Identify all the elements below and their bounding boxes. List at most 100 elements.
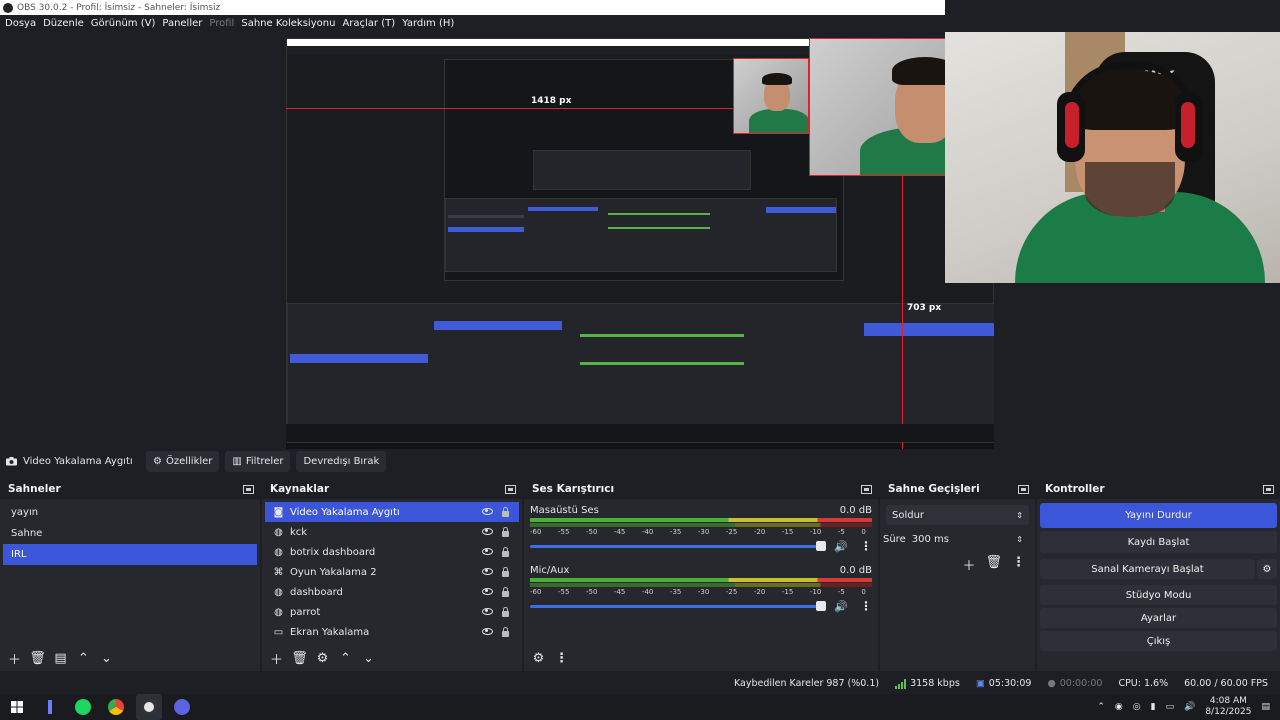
lock-icon[interactable]: [502, 606, 509, 617]
steam-icon[interactable]: ◎: [1133, 702, 1141, 712]
lock-icon[interactable]: [502, 566, 509, 577]
network-icon[interactable]: ▭: [1166, 702, 1175, 712]
more-options-icon[interactable]: ⋮: [860, 599, 872, 613]
eye-icon[interactable]: [482, 627, 493, 635]
preview-area[interactable]: 1418 px 703 px AWK: [0, 32, 1280, 470]
speaker-icon[interactable]: 🔊: [834, 540, 848, 553]
volume-slider[interactable]: [530, 600, 827, 611]
scene-item-yayin[interactable]: yayın: [3, 502, 257, 523]
volume-icon[interactable]: 🔊: [1184, 702, 1195, 712]
eye-icon[interactable]: [482, 587, 493, 595]
mixer-footer: ⚙ ⋮: [524, 645, 878, 671]
source-item[interactable]: ◍ parrot: [265, 602, 519, 622]
menu-edit[interactable]: Düzenle: [43, 18, 84, 29]
move-down-icon[interactable]: ⌄: [98, 650, 115, 667]
add-transition-icon[interactable]: ＋: [962, 555, 975, 574]
exit-button[interactable]: Çıkış: [1040, 631, 1277, 651]
globe-icon: ◍: [274, 606, 283, 618]
scenes-title: Sahneler: [8, 483, 61, 495]
virtual-camera-button[interactable]: Sanal Kamerayı Başlat: [1040, 559, 1255, 579]
advanced-audio-icon[interactable]: ⚙: [530, 650, 547, 667]
mixer-menu-icon[interactable]: ⋮: [553, 650, 570, 667]
webcam-overlay[interactable]: AWK: [945, 32, 1280, 283]
studio-mode-button[interactable]: Stüdyo Modu: [1040, 585, 1277, 605]
obs-alt-icon[interactable]: [169, 694, 195, 720]
lock-icon[interactable]: [502, 546, 509, 557]
transitions-header: Sahne Geçişleri: [880, 479, 1035, 499]
undock-icon[interactable]: [861, 484, 872, 494]
source-item[interactable]: ⌘ Oyun Yakalama 2: [265, 562, 519, 582]
remove-source-icon[interactable]: 🗑: [291, 650, 308, 667]
stop-stream-button[interactable]: Yayını Durdur: [1040, 503, 1277, 528]
system-clock[interactable]: 4:08 AM 8/12/2025: [1205, 696, 1251, 718]
remove-transition-icon[interactable]: 🗑: [985, 555, 1002, 574]
filters-button[interactable]: ▥ Filtreler: [225, 451, 291, 472]
obs-taskbar-icon[interactable]: [136, 694, 162, 720]
scene-item-sahne[interactable]: Sahne: [3, 523, 257, 544]
settings-button[interactable]: Ayarlar: [1040, 608, 1277, 628]
nested-dock-row: [445, 198, 837, 272]
gamepad-tray-icon[interactable]: ◉: [1115, 702, 1123, 712]
lock-icon[interactable]: [502, 526, 509, 537]
move-down-icon[interactable]: ⌄: [360, 650, 377, 667]
lock-icon[interactable]: [502, 626, 509, 637]
eye-icon[interactable]: [482, 507, 493, 515]
add-source-icon[interactable]: ＋: [268, 650, 285, 668]
lock-icon[interactable]: [502, 586, 509, 597]
menu-docks[interactable]: Paneller: [162, 18, 202, 29]
undock-icon[interactable]: [505, 484, 516, 494]
eye-icon[interactable]: [482, 527, 493, 535]
preview-canvas[interactable]: 1418 px 703 px: [286, 38, 994, 470]
volume-slider[interactable]: [530, 540, 827, 551]
clock-time: 4:08 AM: [1209, 696, 1247, 706]
windows-start-icon[interactable]: [4, 694, 30, 720]
deactivate-button[interactable]: Devredışı Bırak: [296, 451, 387, 472]
gamepad-icon: ⌘: [273, 566, 284, 578]
chevron-up-icon[interactable]: ⌃: [1097, 702, 1105, 712]
windows-taskbar: ⌃ ◉ ◎ ▮ ▭ 🔊 4:08 AM 8/12/2025 ▤: [0, 694, 1280, 720]
source-item[interactable]: ▭ Ekran Yakalama: [265, 622, 519, 642]
transition-select[interactable]: Soldur ⇕: [886, 505, 1029, 525]
source-item[interactable]: ◍ kck: [265, 522, 519, 542]
app-icon[interactable]: [37, 694, 63, 720]
menu-profile[interactable]: Profil: [209, 18, 234, 29]
nested-meter: [580, 334, 744, 337]
eye-icon[interactable]: [482, 607, 493, 615]
more-options-icon[interactable]: ⋮: [860, 539, 872, 553]
undock-icon[interactable]: [243, 484, 254, 494]
speaker-icon[interactable]: 🔊: [834, 600, 848, 613]
add-scene-icon[interactable]: ＋: [6, 650, 23, 668]
scene-filters-icon[interactable]: ▤: [52, 650, 69, 667]
menu-view[interactable]: Görünüm (V): [91, 18, 156, 29]
properties-button[interactable]: ⚙ Özellikler: [146, 451, 220, 472]
volume-slider-handle[interactable]: [816, 540, 827, 551]
undock-icon[interactable]: [1263, 484, 1274, 494]
move-up-icon[interactable]: ⌃: [75, 650, 92, 667]
start-recording-button[interactable]: Kaydı Başlat: [1040, 531, 1277, 553]
menu-help[interactable]: Yardım (H): [402, 18, 454, 29]
chrome-icon[interactable]: [103, 694, 129, 720]
mic-icon[interactable]: ▮: [1151, 702, 1156, 712]
duration-spinbox[interactable]: 300 ms ⇕: [911, 529, 1029, 549]
menu-file[interactable]: Dosya: [5, 18, 36, 29]
virtual-camera-settings-icon[interactable]: ⚙: [1257, 559, 1277, 579]
source-item[interactable]: ◍ dashboard: [265, 582, 519, 602]
source-properties-icon[interactable]: ⚙: [314, 650, 331, 667]
lock-icon[interactable]: [502, 506, 509, 517]
menu-tools[interactable]: Araçlar (T): [342, 18, 395, 29]
remove-scene-icon[interactable]: 🗑: [29, 650, 46, 667]
menu-scene-collection[interactable]: Sahne Koleksiyonu: [241, 18, 335, 29]
source-item[interactable]: ◍ botrix dashboard: [265, 542, 519, 562]
notification-icon[interactable]: ▤: [1261, 702, 1270, 712]
nested-scene-selected: [290, 354, 428, 363]
source-item[interactable]: ◙ Video Yakalama Aygıtı: [265, 502, 519, 522]
eye-icon[interactable]: [482, 567, 493, 575]
scene-item-irl[interactable]: IRL: [3, 544, 257, 565]
transition-menu-icon[interactable]: ⋮: [1012, 555, 1025, 574]
spin-icon[interactable]: ⇕: [1016, 535, 1023, 544]
undock-icon[interactable]: [1018, 484, 1029, 494]
spotify-icon[interactable]: [70, 694, 96, 720]
volume-slider-handle[interactable]: [816, 600, 827, 611]
move-up-icon[interactable]: ⌃: [337, 650, 354, 667]
eye-icon[interactable]: [482, 547, 493, 555]
